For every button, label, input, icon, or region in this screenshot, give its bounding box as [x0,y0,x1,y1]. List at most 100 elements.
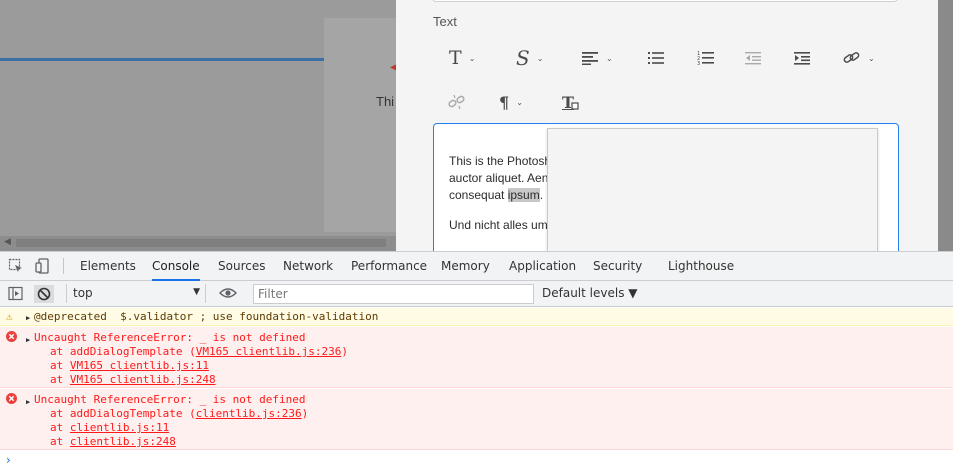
warning-icon: ⚠ [6,310,13,323]
editor-text: . [539,188,544,202]
console-error-message: ▶ Uncaught ReferenceError: _ is not defi… [0,327,953,388]
bullet-list-button[interactable] [648,43,665,73]
dropdown-arrow-icon: ▼ [193,287,200,297]
chevron-down-icon: ⌄ [516,97,523,107]
align-button[interactable]: ⌄ [582,43,613,73]
align-icon [582,52,598,65]
context-selector[interactable]: top ▼ [66,284,206,303]
stack-frame-prefix: at addDialogTemplate ( [50,345,196,358]
editor-line: Und nicht alles um [449,218,548,232]
stack-frame: at addDialogTemplate (clientlib.js:236) [50,407,308,421]
numbered-list-button[interactable]: 123 [697,43,715,73]
stack-frame-suffix: ) [341,345,349,358]
chevron-down-icon: ⌄ [606,53,613,63]
console-warning-message: ⚠ ▶ @deprecated $.validator ; use founda… [0,308,953,326]
editor-popover[interactable] [547,128,878,251]
strikethrough-style-button[interactable]: S ⌄ [516,43,543,73]
stack-frame: at clientlib.js:11 [50,421,169,435]
context-selector-value: top [73,286,93,300]
tab-network[interactable]: Network [283,252,333,281]
scrollbar-thumb[interactable] [16,239,386,247]
expand-triangle-icon[interactable]: ▶ [26,311,30,325]
console-prompt[interactable]: › [6,453,11,467]
text-field-label: Text [433,14,457,29]
error-icon [6,331,17,342]
chevron-down-icon: ⌄ [468,53,476,63]
editor-line: consequat ipsum. [449,188,543,202]
toolbar-separator [63,258,64,274]
console-toolbar: top ▼ Default levels ▼ [0,281,953,307]
text-format-button[interactable]: T ⌄ [449,43,475,73]
error-icon [6,393,17,404]
warning-text: @deprecated $.validator ; use foundation… [34,310,379,323]
indent-icon [794,52,810,65]
source-link[interactable]: VM165 clientlib.js:11 [70,359,209,372]
page-horizontal-scrollbar[interactable]: ◀ [0,236,396,251]
live-expression-eye-icon[interactable] [219,287,237,299]
editor-text: consequat [449,188,508,202]
stack-frame-prefix: at [50,359,70,372]
device-toolbar-icon[interactable] [35,258,51,274]
tab-console[interactable]: Console [152,252,200,281]
page-text-snippet: Thi [376,94,395,109]
devtools-panel: Elements Console Sources Network Perform… [0,251,953,474]
strikethrough-style-icon: S [516,46,530,70]
stack-frame-prefix: at [50,373,70,386]
error-title: Uncaught ReferenceError: _ is not define… [34,331,306,344]
log-levels-dropdown[interactable]: Default levels ▼ [542,286,638,300]
outdent-icon [745,52,761,65]
stack-frame-suffix: ) [301,407,309,420]
expand-triangle-icon[interactable]: ▶ [26,395,30,409]
paragraph-format-button[interactable]: ¶ ⌄ [499,87,523,117]
link-icon [843,52,860,63]
tab-performance[interactable]: Performance [351,252,427,281]
unlink-icon [448,94,465,110]
chevron-down-icon: ⌄ [536,53,544,63]
error-title: Uncaught ReferenceError: _ is not define… [34,393,306,406]
link-button[interactable]: ⌄ [843,43,875,73]
inspect-element-icon[interactable] [8,258,24,274]
console-filter-input[interactable] [253,284,534,304]
stack-frame: at VM165 clientlib.js:248 [50,373,216,387]
tab-security[interactable]: Security [593,252,642,281]
source-link[interactable]: clientlib.js:248 [70,435,176,448]
chevron-down-icon: ⌄ [868,53,875,63]
editor-line: auctor aliquet. Aen [449,171,549,185]
previous-field-input[interactable] [432,0,898,2]
paragraph-icon: ¶ [499,92,510,112]
show-sidebar-icon[interactable] [8,286,23,301]
stack-frame: at clientlib.js:248 [50,435,176,449]
tab-application[interactable]: Application [509,252,576,281]
numbered-list-icon: 123 [697,51,714,66]
indent-button[interactable] [794,43,811,73]
devtools-tab-bar: Elements Console Sources Network Perform… [0,252,953,281]
editor-line: This is the Photosh [449,154,552,168]
stack-frame-prefix: at addDialogTemplate ( [50,407,196,420]
outdent-button[interactable] [745,43,762,73]
stack-frame-prefix: at [50,435,70,448]
tab-memory[interactable]: Memory [441,252,490,281]
text-format-icon: T [449,47,462,69]
source-link[interactable]: VM165 clientlib.js:236 [196,345,342,358]
clear-console-icon[interactable] [34,285,54,303]
unlink-button[interactable] [448,87,466,117]
selected-word: ipsum [507,188,540,202]
page-panel [324,18,396,232]
expand-triangle-icon[interactable]: ▶ [26,333,30,347]
clipboard-mini-icon [571,102,579,110]
paste-plain-text-button[interactable]: T [562,87,579,117]
tab-sources[interactable]: Sources [218,252,265,281]
console-error-message: ▶ Uncaught ReferenceError: _ is not defi… [0,389,953,450]
stack-frame: at addDialogTemplate (VM165 clientlib.js… [50,345,348,359]
tab-elements[interactable]: Elements [80,252,136,281]
source-link[interactable]: clientlib.js:236 [196,407,302,420]
stack-frame: at VM165 clientlib.js:11 [50,359,209,373]
bullet-list-icon [648,52,664,64]
browser-viewport: ◀ Thi ◀ Text T ⌄ S ⌄ ⌄ 123 ⌄ ¶ ⌄ T This … [0,0,953,251]
source-link[interactable]: VM165 clientlib.js:248 [70,373,216,386]
tab-lighthouse[interactable]: Lighthouse [668,252,734,281]
scroll-left-icon[interactable]: ◀ [4,237,11,247]
source-link[interactable]: clientlib.js:11 [70,421,169,434]
page-overlay-background: ◀ Thi ◀ [0,0,398,251]
stack-frame-prefix: at [50,421,70,434]
